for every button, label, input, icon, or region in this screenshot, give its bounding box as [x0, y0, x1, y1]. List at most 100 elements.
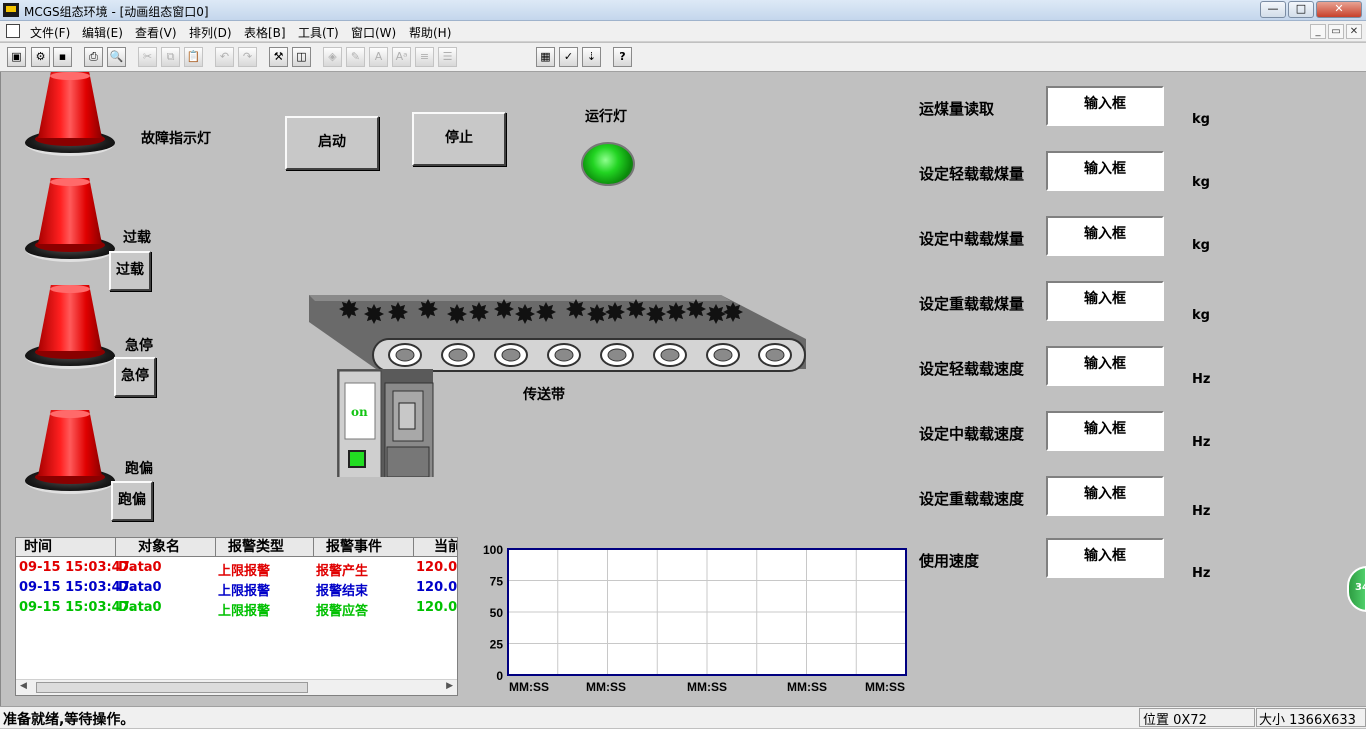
undo-icon[interactable]: ↶: [215, 47, 234, 67]
light-load-speed-input[interactable]: 输入框: [1046, 346, 1164, 386]
redo-icon[interactable]: ↷: [238, 47, 257, 67]
use-speed-input[interactable]: 输入框: [1046, 538, 1164, 578]
medium-load-coal-input[interactable]: 输入框: [1046, 216, 1164, 256]
help-icon[interactable]: ?: [613, 47, 632, 67]
cut-icon[interactable]: ✂: [138, 47, 157, 67]
print-icon[interactable]: ⎙: [84, 47, 103, 67]
alarm-cell-value: 120.0: [416, 560, 458, 575]
heavy-load-coal-label: 设定重载载煤量: [919, 295, 1025, 313]
line-color-icon[interactable]: ✎: [346, 47, 365, 67]
col-alarm-event[interactable]: 报警事件: [314, 538, 414, 557]
tools-icon[interactable]: ⚒: [269, 47, 288, 67]
layout-icon[interactable]: ◫: [292, 47, 311, 67]
menu-tools[interactable]: 工具(T): [298, 24, 339, 41]
col-alarm-type[interactable]: 报警类型: [216, 538, 314, 557]
start-button[interactable]: 启动: [285, 116, 379, 170]
deviation-button[interactable]: 跑偏: [111, 481, 153, 521]
menu-bar: 文件(F) 编辑(E) 查看(V) 排列(D) 表格[B] 工具(T) 窗口(W…: [0, 21, 1366, 42]
emergency-stop-lamp[interactable]: [25, 285, 117, 371]
medium-load-coal-label: 设定中载载煤量: [919, 230, 1025, 248]
menu-table[interactable]: 表格[B]: [244, 24, 286, 41]
font-icon[interactable]: Aᵃ: [392, 47, 411, 67]
coal-reading-input[interactable]: 输入框: [1046, 86, 1164, 126]
coal-chunk-icon: [494, 299, 514, 319]
document-icon[interactable]: [6, 24, 20, 38]
menu-window[interactable]: 窗口(W): [351, 24, 396, 41]
status-size: 大小 1366X633: [1259, 713, 1356, 728]
light-load-coal-input[interactable]: 输入框: [1046, 151, 1164, 191]
col-current[interactable]: 当前: [414, 538, 457, 557]
coal-reading-unit: kg: [1192, 112, 1210, 127]
coal-chunk-icon: [418, 299, 438, 319]
menu-help[interactable]: 帮助(H): [409, 24, 451, 41]
roller-icon: [653, 343, 687, 367]
heavy-load-speed-input[interactable]: 输入框: [1046, 476, 1164, 516]
chart-ytick-label: 75: [490, 575, 504, 589]
menu-view[interactable]: 查看(V): [135, 24, 177, 41]
mdi-restore-button[interactable]: ▭: [1328, 24, 1344, 39]
status-message: 准备就绪,等待操作。: [3, 712, 135, 728]
overload-lamp[interactable]: [25, 178, 117, 264]
download-icon[interactable]: ⇣: [582, 47, 601, 67]
floating-badge[interactable]: 34: [1347, 566, 1366, 612]
col-time[interactable]: 时间: [16, 538, 116, 557]
close-button[interactable]: ✕: [1316, 1, 1362, 18]
menu-file[interactable]: 文件(F): [30, 24, 70, 41]
medium-load-speed-unit: Hz: [1192, 435, 1211, 450]
window-title: MCGS组态环境 - [动画组态窗口0]: [24, 5, 209, 19]
scroll-right-icon[interactable]: ▶: [446, 681, 453, 691]
alarm-cell-type: 上限报警: [218, 604, 271, 619]
alarm-horizontal-scrollbar[interactable]: ◀ ▶: [16, 679, 457, 695]
chart-ytick-label: 50: [490, 606, 504, 620]
font-color-icon[interactable]: A: [369, 47, 388, 67]
heavy-load-coal-input[interactable]: 输入框: [1046, 281, 1164, 321]
new-window-icon[interactable]: ▣: [7, 47, 26, 67]
deviation-lamp[interactable]: [25, 410, 117, 496]
fault-lamp[interactable]: [25, 72, 117, 158]
paste-icon[interactable]: 📋: [184, 47, 203, 67]
run-lamp-label: 运行灯: [585, 109, 627, 125]
light-load-coal-unit: kg: [1192, 175, 1210, 190]
save-icon[interactable]: ▪: [53, 47, 72, 67]
check-icon[interactable]: ✓: [559, 47, 578, 67]
mdi-minimize-button[interactable]: _: [1310, 24, 1326, 39]
coal-chunk-icon: [388, 302, 408, 322]
run-lamp[interactable]: [581, 142, 635, 186]
emergency-stop-button[interactable]: 急停: [114, 357, 156, 397]
fill-color-icon[interactable]: ◈: [323, 47, 342, 67]
minimize-button[interactable]: —: [1260, 1, 1286, 18]
mdi-close-button[interactable]: ✕: [1346, 24, 1362, 39]
alarm-cell-object: Data0: [118, 580, 162, 595]
alarm-cell-value: 120.0: [416, 600, 458, 615]
conveyor-label: 传送带: [523, 387, 565, 403]
alarm-row[interactable]: 09-15 15:03:47. Data0 上限报警 报警结束 120.0: [16, 579, 458, 599]
maximize-button[interactable]: □: [1288, 1, 1314, 18]
roller-icon: [388, 343, 422, 367]
copy-icon[interactable]: ⧉: [161, 47, 180, 67]
properties-icon[interactable]: ▦: [536, 47, 555, 67]
medium-load-speed-input[interactable]: 输入框: [1046, 411, 1164, 451]
line-style-icon[interactable]: ☰: [438, 47, 457, 67]
coal-chunk-icon: [566, 299, 586, 319]
object-icon[interactable]: ⚙: [31, 47, 50, 67]
stop-button[interactable]: 停止: [412, 112, 506, 166]
scroll-thumb[interactable]: [36, 682, 308, 693]
scroll-left-icon[interactable]: ◀: [20, 681, 27, 691]
alarm-row[interactable]: 09-15 15:03:47. Data0 上限报警 报警产生 120.0: [16, 559, 458, 579]
trend-chart[interactable]: 0 25 50 75 100 MM:SS MM:SS MM:SS MM:SS MM:SS: [476, 544, 916, 694]
toolbar: ▣ ⚙ ▪ ⎙ 🔍 ✂ ⧉ 📋 ↶ ↷ ⚒ ◫ ◈ ✎ A Aᵃ ≡ ☰ ▦ ✓…: [0, 43, 1366, 72]
coal-chunk-icon: [587, 304, 607, 324]
alarm-cell-object: Data0: [118, 560, 162, 575]
menu-edit[interactable]: 编辑(E): [82, 24, 123, 41]
alarm-table[interactable]: 时间 对象名 报警类型 报警事件 当前 09-15 15:03:47.Data0…: [15, 537, 458, 696]
col-object[interactable]: 对象名: [116, 538, 216, 557]
conveyor-belt[interactable]: [301, 287, 821, 477]
line-type-icon[interactable]: ≡: [415, 47, 434, 67]
alarm-row[interactable]: 09-15 15:03:47. Data0 上限报警 报警应答 120.0: [16, 599, 458, 619]
chart-xtick-label: MM:SS: [787, 680, 827, 694]
alarm-cell-value: 120.0: [416, 580, 458, 595]
coal-chunk-icon: [686, 299, 706, 319]
roller-icon: [758, 343, 792, 367]
print-preview-icon[interactable]: 🔍: [107, 47, 126, 67]
menu-arrange[interactable]: 排列(D): [189, 24, 232, 41]
